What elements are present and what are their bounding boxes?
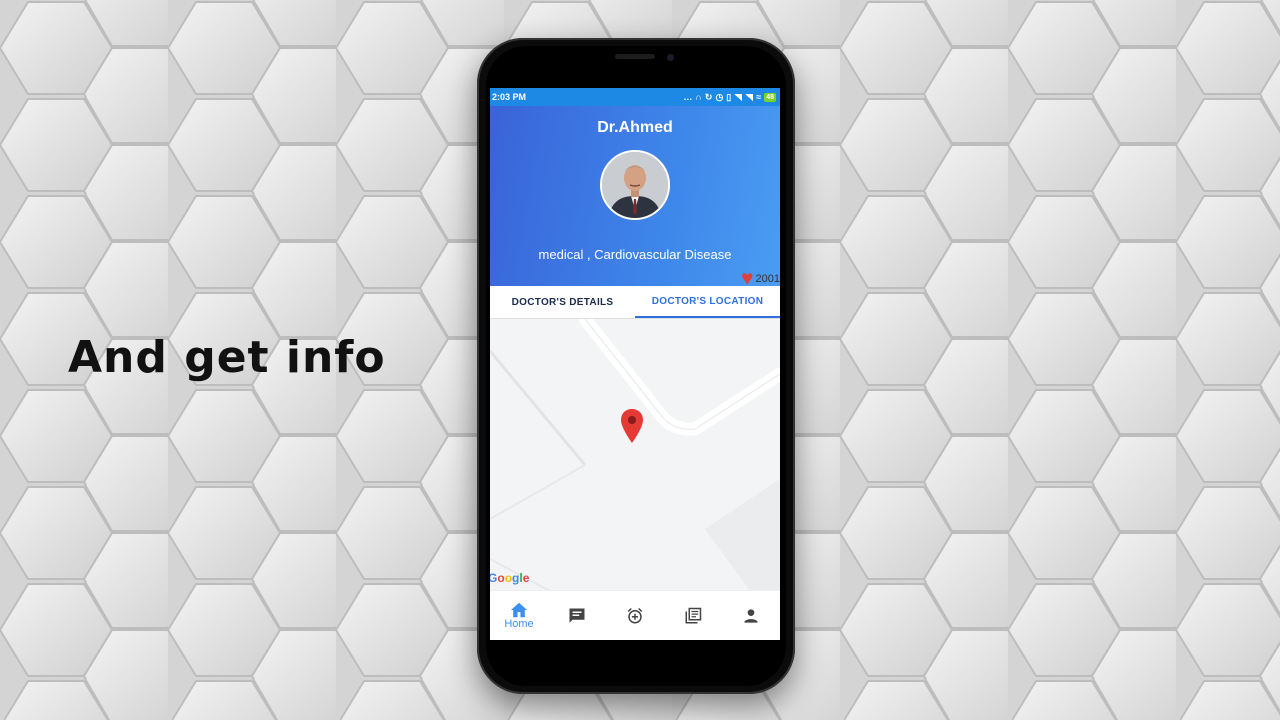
front-camera (667, 54, 674, 61)
tab-doctor-details[interactable]: DOCTOR'S DETAILS (490, 286, 635, 318)
status-icons: … ∩ ↻ ◷ ▯ ≈ 48 (683, 92, 776, 103)
map-roads (490, 319, 780, 591)
doctor-avatar[interactable] (600, 150, 670, 220)
nav-profile[interactable] (722, 608, 780, 624)
nav-chat[interactable] (548, 607, 606, 625)
nav-alarm[interactable] (606, 607, 664, 625)
doctor-portrait-icon (602, 152, 668, 218)
library-books-icon (685, 607, 702, 624)
battery-icon: 48 (764, 92, 776, 102)
heart-icon[interactable]: ♥ (741, 268, 753, 289)
person-icon (744, 609, 758, 623)
wifi-icon: ≈ (756, 92, 762, 102)
chat-icon (569, 608, 585, 623)
app-screen: 2:03 PM … ∩ ↻ ◷ ▯ ≈ 48 Dr.Ahmed medical … (490, 88, 780, 640)
doctor-specialty: medical , Cardiovascular Disease (538, 247, 732, 262)
google-logo: Google (490, 571, 530, 585)
alarm-add-icon (627, 607, 643, 624)
likes-count: 2001 (755, 272, 780, 285)
bottom-navigation: Home (490, 590, 780, 640)
location-map[interactable]: Google (490, 319, 780, 591)
more-dots-icon: … (683, 92, 693, 102)
signal-2-icon (745, 93, 754, 101)
doctor-tabs: DOCTOR'S DETAILS DOCTOR'S LOCATION (490, 286, 780, 319)
sync-icon: ↻ (704, 91, 713, 102)
signal-icon (734, 93, 743, 101)
status-bar: 2:03 PM … ∩ ↻ ◷ ▯ ≈ 48 (490, 88, 780, 106)
nav-library[interactable] (664, 607, 722, 625)
home-icon (511, 602, 527, 618)
likes-counter[interactable]: ♥ 2001 (741, 268, 780, 289)
nav-home[interactable]: Home (490, 602, 548, 630)
alarm-icon: ◷ (715, 91, 724, 102)
doctor-header: Dr.Ahmed medical , Cardiovascular Diseas… (490, 106, 780, 289)
nav-home-label: Home (504, 618, 534, 630)
map-pin-icon[interactable] (620, 409, 644, 445)
status-time: 2:03 PM (492, 92, 527, 102)
phone-notch (556, 46, 716, 76)
speaker-grille (615, 54, 655, 59)
vibrate-icon: ▯ (726, 91, 732, 102)
tab-doctor-location[interactable]: DOCTOR'S LOCATION (635, 286, 780, 318)
promo-caption: And get info (68, 332, 386, 383)
doctor-name: Dr.Ahmed (597, 119, 673, 136)
headphones-icon: ∩ (695, 92, 702, 102)
